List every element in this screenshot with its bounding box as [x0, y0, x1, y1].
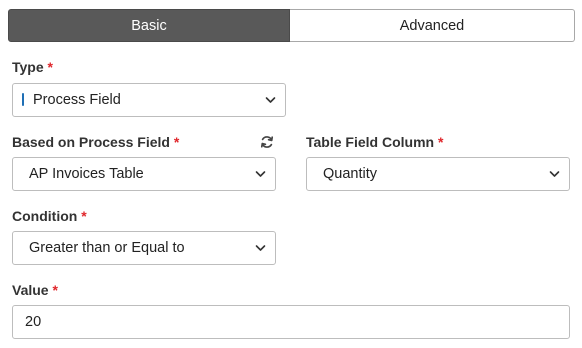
tab-bar: Basic Advanced	[8, 9, 575, 42]
tab-basic[interactable]: Basic	[8, 9, 290, 42]
chevron-down-icon	[255, 171, 266, 177]
condition-label: Condition *	[12, 208, 87, 224]
chevron-down-icon	[265, 97, 276, 103]
type-select[interactable]: Process Field	[12, 83, 286, 117]
chevron-down-icon	[549, 171, 560, 177]
chevron-down-icon	[255, 245, 266, 251]
table-field-column-label: Table Field Column *	[306, 134, 443, 150]
value-label-text: Value	[12, 282, 49, 298]
required-mark: *	[47, 59, 53, 75]
table-field-column-select-value: Quantity	[323, 166, 377, 182]
required-mark: *	[81, 208, 87, 224]
based-on-field-label: Based on Process Field *	[12, 134, 179, 150]
required-mark: *	[437, 134, 444, 150]
condition-select[interactable]: Greater than or Equal to	[12, 231, 276, 265]
value-input-text: 20	[25, 314, 42, 330]
refresh-icon[interactable]	[260, 135, 274, 149]
required-mark: *	[52, 282, 58, 298]
based-on-field-select[interactable]: AP Invoices Table	[12, 157, 276, 191]
type-select-value: Process Field	[33, 92, 121, 108]
condition-label-text: Condition	[12, 208, 78, 224]
type-label: Type *	[12, 59, 53, 75]
value-input[interactable]: 20	[12, 305, 570, 339]
based-on-field-select-value: AP Invoices Table	[29, 166, 144, 182]
type-label-text: Type	[12, 59, 44, 75]
tab-advanced[interactable]: Advanced	[290, 9, 575, 42]
based-on-field-label-text: Based on Process Field	[12, 134, 170, 150]
type-indicator-bar	[22, 93, 24, 106]
required-mark: *	[173, 134, 180, 150]
value-label: Value *	[12, 282, 58, 298]
table-field-column-select[interactable]: Quantity	[306, 157, 570, 191]
table-field-column-label-text: Table Field Column	[306, 134, 435, 150]
condition-select-value: Greater than or Equal to	[29, 240, 185, 256]
